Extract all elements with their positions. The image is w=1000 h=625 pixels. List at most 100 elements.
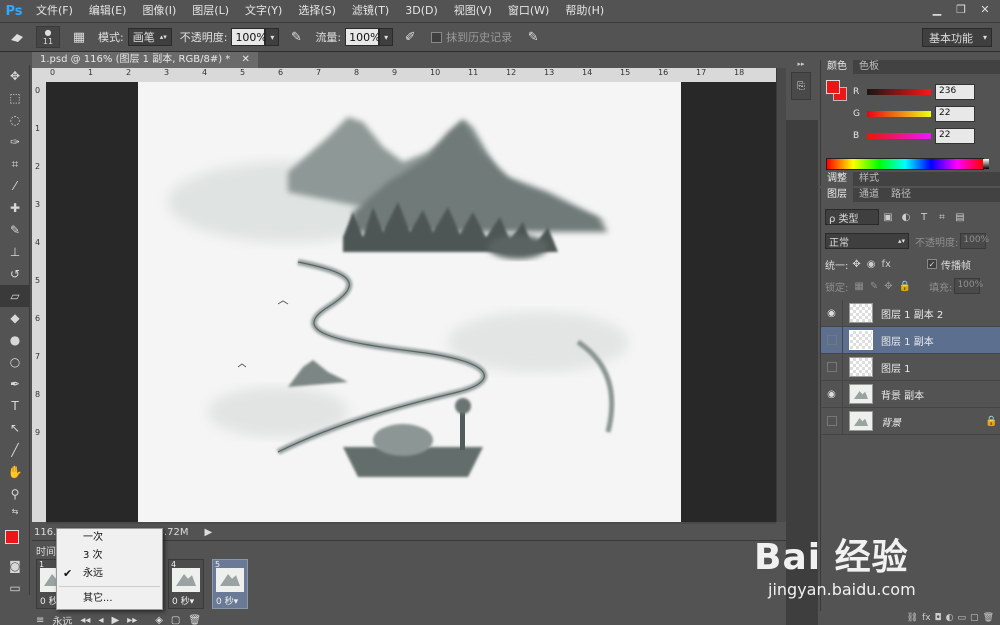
eraser-tool-icon[interactable]: ▱ <box>0 285 30 307</box>
minimize-button[interactable]: ▁ <box>926 0 948 18</box>
eraser-tool-preset-icon[interactable] <box>6 26 28 48</box>
line-tool-icon[interactable]: ╱ <box>0 439 30 461</box>
pen-tool-icon[interactable]: ✒ <box>0 373 30 395</box>
pressure-opacity-icon[interactable]: ✎ <box>285 26 307 48</box>
trash-icon[interactable]: 🗑 <box>983 613 994 623</box>
brush-tool-icon[interactable]: ✎ <box>0 219 30 241</box>
prev-frame-icon[interactable]: ◂ <box>98 615 103 625</box>
animation-frame[interactable]: 4 0 秒▾ <box>168 559 204 609</box>
layer-name[interactable]: 图层 1 副本 <box>881 333 1000 348</box>
erase-to-history-checkbox[interactable] <box>431 31 443 43</box>
color-spectrum[interactable] <box>826 158 989 170</box>
duplicate-frame-icon[interactable]: ▢ <box>171 615 180 625</box>
layer-row[interactable]: 图层 1 <box>821 353 1000 381</box>
hand-tool-icon[interactable]: ✋ <box>0 461 30 483</box>
visibility-toggle[interactable] <box>821 353 843 381</box>
zoom-tool-icon[interactable]: ⚲ <box>0 483 30 505</box>
quick-mask-icon[interactable]: ◙ <box>0 555 30 577</box>
blue-input[interactable]: 22 <box>935 128 975 144</box>
flow-input[interactable]: 100% <box>345 28 381 46</box>
paint-bucket-tool-icon[interactable]: ◆ <box>0 307 30 329</box>
tab-color[interactable]: 颜色 <box>821 60 853 74</box>
visibility-toggle[interactable] <box>821 326 843 354</box>
layer-name[interactable]: 背景 副本 <box>881 387 1000 402</box>
crop-tool-icon[interactable]: ⌗ <box>0 153 30 175</box>
menu-item-three-times[interactable]: 3 次 <box>57 547 162 565</box>
opacity-input[interactable]: 100% <box>231 28 267 46</box>
play-arrow-icon[interactable]: ▶ <box>204 527 212 538</box>
brush-panel-icon[interactable]: ▦ <box>68 26 90 48</box>
layer-name[interactable]: 图层 1 副本 2 <box>881 306 1000 321</box>
link-layers-icon[interactable]: ⛓ <box>907 613 918 623</box>
menu-filter[interactable]: 滤镜(T) <box>344 0 397 22</box>
propagate-frame-checkbox[interactable]: ✓ <box>926 259 937 269</box>
tab-channels[interactable]: 通道 <box>853 188 885 202</box>
restore-button[interactable]: ❐ <box>950 0 972 18</box>
frame-delay[interactable]: 0 秒 <box>40 594 58 607</box>
adjustment-layer-icon[interactable]: ◐ <box>946 613 954 623</box>
unify-position-icon[interactable]: ✥ <box>852 259 860 270</box>
shape-filter-icon[interactable]: ⌗ <box>933 212 951 223</box>
menu-layer[interactable]: 图层(L) <box>184 0 237 22</box>
visibility-toggle[interactable] <box>821 407 843 435</box>
menu-image[interactable]: 图像(I) <box>134 0 184 22</box>
lasso-tool-icon[interactable]: ◌ <box>0 109 30 131</box>
layer-row[interactable]: 图层 1 副本 <box>821 326 1000 354</box>
trash-icon[interactable]: 🗑 <box>188 615 201 625</box>
healing-brush-tool-icon[interactable]: ✚ <box>0 197 30 219</box>
timeline-menu-icon[interactable]: ≡ <box>36 615 44 625</box>
menu-file[interactable]: 文件(F) <box>28 0 81 22</box>
blur-tool-icon[interactable]: ● <box>0 329 30 351</box>
dodge-tool-icon[interactable]: ○ <box>0 351 30 373</box>
frame-delay[interactable]: 0 秒▾ <box>172 594 194 607</box>
layer-name[interactable]: 背景 <box>881 414 985 429</box>
visibility-eye-icon[interactable]: ◉ <box>821 299 843 327</box>
red-input[interactable]: 236 <box>935 84 975 100</box>
path-select-tool-icon[interactable]: ↖ <box>0 417 30 439</box>
layer-name[interactable]: 图层 1 <box>881 360 1000 375</box>
menu-window[interactable]: 窗口(W) <box>500 0 557 22</box>
close-icon[interactable]: ✕ <box>242 54 250 65</box>
lock-transparent-icon[interactable]: ▦ <box>854 281 863 292</box>
tab-layers[interactable]: 图层 <box>821 188 853 202</box>
frame-delay[interactable]: 0 秒▾ <box>216 594 238 607</box>
first-frame-icon[interactable]: ◂◂ <box>80 615 90 625</box>
eyedropper-tool-icon[interactable]: ⁄ <box>0 175 30 197</box>
pressure-size-icon[interactable]: ✎ <box>522 26 544 48</box>
menu-type[interactable]: 文字(Y) <box>237 0 290 22</box>
menu-view[interactable]: 视图(V) <box>446 0 500 22</box>
tab-styles[interactable]: 样式 <box>853 172 885 186</box>
mode-select[interactable]: 画笔 ▴▾ <box>127 28 172 46</box>
vertical-scrollbar[interactable] <box>776 68 786 522</box>
swap-colors-icon[interactable]: ⇆ <box>0 505 30 517</box>
layer-row[interactable]: 背景 🔒 <box>821 407 1000 435</box>
flow-dropdown-icon[interactable]: ▾ <box>379 28 394 46</box>
type-tool-icon[interactable]: T <box>0 395 30 417</box>
document-canvas[interactable] <box>138 82 681 522</box>
tween-icon[interactable]: ◈ <box>155 615 163 625</box>
menu-edit[interactable]: 编辑(E) <box>81 0 135 22</box>
foreground-color-swatch[interactable] <box>5 530 19 544</box>
fx-icon[interactable]: fx <box>922 613 931 623</box>
airbrush-icon[interactable]: ✐ <box>399 26 421 48</box>
menu-3d[interactable]: 3D(D) <box>397 0 446 22</box>
adjustment-filter-icon[interactable]: ◐ <box>897 212 915 223</box>
brush-size-picker[interactable]: ● 11 <box>36 26 60 48</box>
add-mask-icon[interactable]: ◘ <box>935 613 942 623</box>
collapse-arrows-icon[interactable]: ▸▸ <box>786 60 816 68</box>
fill-input[interactable]: 100% <box>954 278 983 294</box>
layer-row[interactable]: ◉ 图层 1 副本 2 <box>821 299 1000 327</box>
image-filter-icon[interactable]: ▣ <box>879 212 897 223</box>
menu-item-other[interactable]: 其它... <box>57 590 162 608</box>
menu-select[interactable]: 选择(S) <box>290 0 344 22</box>
layer-opacity-input[interactable]: 100% <box>960 233 989 249</box>
blend-mode-select[interactable]: 正常 ▴▾ <box>825 233 909 249</box>
menu-help[interactable]: 帮助(H) <box>557 0 612 22</box>
document-tab[interactable]: 1.psd @ 116% (图层 1 副本, RGB/8#) * ✕ <box>32 52 258 68</box>
tab-adjustments[interactable]: 调整 <box>821 172 853 186</box>
type-filter-icon[interactable]: T <box>915 212 933 223</box>
loop-select[interactable]: 永远 <box>52 613 72 625</box>
play-icon[interactable]: ▶ <box>111 615 119 625</box>
tab-swatches[interactable]: 色板 <box>853 60 885 74</box>
close-button[interactable]: ✕ <box>974 0 996 18</box>
